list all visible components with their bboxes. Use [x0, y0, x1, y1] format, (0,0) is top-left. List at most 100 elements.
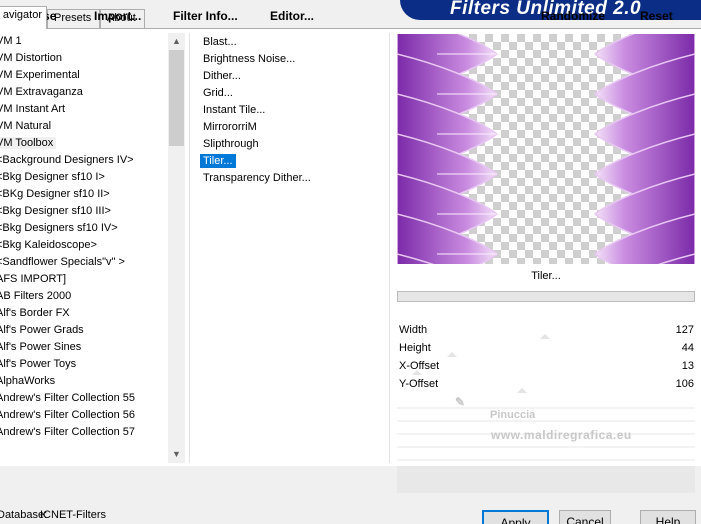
parameter-slider[interactable]: Y-Offset 106	[397, 375, 695, 393]
category-label: VM Toolbox	[0, 137, 57, 149]
category-item[interactable]: Andrew's Filter Collection 56	[0, 407, 168, 424]
randomize-reset-bar	[397, 466, 695, 493]
category-label: Andrew's Filter Collection 55	[0, 392, 136, 404]
slider-thumb-icon[interactable]	[516, 388, 527, 393]
category-item[interactable]: AFS IMPORT]	[0, 271, 168, 288]
filter-label: MirrororriM	[203, 121, 257, 133]
category-item[interactable]: VM Natural	[0, 118, 168, 135]
filter-label: Instant Tile...	[203, 104, 266, 116]
category-label: <Background Designers IV>	[0, 154, 134, 166]
scroll-up-icon[interactable]: ▲	[168, 33, 185, 50]
filter-item[interactable]: Grid...	[200, 85, 386, 102]
category-item[interactable]: <Bkg Designer sf10 III>	[0, 203, 168, 220]
category-label: VM Experimental	[0, 69, 80, 81]
category-item[interactable]: VM 1	[0, 33, 168, 50]
filter-item[interactable]: Transparency Dither...	[200, 170, 386, 187]
scroll-down-icon[interactable]: ▼	[168, 446, 185, 463]
category-item[interactable]: AlphaWorks	[0, 373, 168, 390]
divider	[189, 33, 190, 463]
preview-filter-name: Tiler...	[531, 270, 561, 282]
category-item[interactable]: <BKg Designer sf10 II>	[0, 186, 168, 203]
preview-image	[397, 34, 695, 264]
watermark-logo-icon: ✎	[455, 395, 466, 409]
category-item[interactable]: <Background Designers IV>	[0, 152, 168, 169]
category-item[interactable]: VM Distortion	[0, 50, 168, 67]
cancel-button[interactable]: Cancel	[559, 510, 611, 524]
category-label: VM Distortion	[0, 52, 63, 64]
category-item[interactable]: VM Instant Art	[0, 101, 168, 118]
category-item[interactable]: <Bkg Kaleidoscope>	[0, 237, 168, 254]
category-item[interactable]: AB Filters 2000	[0, 288, 168, 305]
category-label: VM 1	[0, 35, 22, 47]
filter-label: Tiler...	[200, 154, 236, 168]
category-list[interactable]: VM 1 VM Distortion VM Experimental VM Extra…	[0, 33, 168, 463]
filter-label: Brightness Noise...	[203, 53, 296, 65]
category-item[interactable]: VM Toolbox	[0, 135, 168, 152]
apply-button[interactable]: Apply	[482, 510, 549, 524]
watermark: ✎ Pinuccia www.maldiregrafica.eu	[455, 395, 631, 442]
category-label: <BKg Designer sf10 II>	[0, 188, 110, 200]
watermark-name: Pinuccia	[490, 409, 536, 421]
filter-item[interactable]: Dither...	[200, 68, 386, 85]
category-item[interactable]: Alf's Border FX	[0, 305, 168, 322]
parameter-slider[interactable]: Width 127	[397, 321, 695, 339]
filter-label: Transparency Dither...	[203, 172, 311, 184]
reset-button[interactable]: Reset	[640, 9, 673, 23]
category-label: <Sandflower Specials"v" >	[0, 256, 125, 268]
category-label: <Bkg Designer sf10 III>	[0, 205, 111, 217]
tab-navigator[interactable]: avigator	[0, 6, 47, 29]
filter-label: Grid...	[203, 87, 233, 99]
filter-item[interactable]: Instant Tile...	[200, 102, 386, 119]
category-label: AB Filters 2000	[0, 290, 72, 302]
parameter-label: Width	[399, 324, 428, 336]
category-label: <Bkg Designer sf10 I>	[0, 171, 105, 183]
category-label: VM Natural	[0, 120, 52, 132]
status-line: Database: ICNET-Filters	[0, 509, 106, 521]
category-label: Alf's Power Toys	[0, 358, 77, 370]
filter-list[interactable]: Blast... Brightness Noise... Dither... Grid…	[200, 34, 386, 187]
category-item[interactable]: Alf's Power Toys	[0, 356, 168, 373]
category-item[interactable]: Andrew's Filter Collection 55	[0, 390, 168, 407]
category-label: Andrew's Filter Collection 57	[0, 426, 136, 438]
parameter-sliders: Width 127 Height 44 X-Offset 13 Y-Offset 106	[397, 321, 695, 393]
progress-bar	[397, 291, 695, 302]
category-label: VM Extravaganza	[0, 86, 83, 98]
category-item[interactable]: VM Experimental	[0, 67, 168, 84]
category-item[interactable]: Alf's Power Grads	[0, 322, 168, 339]
tab-presets-label: Presets	[54, 12, 92, 24]
filter-preview	[397, 34, 695, 264]
help-button[interactable]: Help	[640, 510, 696, 524]
filter-info-button[interactable]: Filter Info...	[173, 9, 238, 23]
category-item[interactable]: VM Extravaganza	[0, 84, 168, 101]
parameter-slider[interactable]: X-Offset 13	[397, 357, 695, 375]
category-item[interactable]: Alf's Power Sines	[0, 339, 168, 356]
category-label: <Bkg Kaleidoscope>	[0, 239, 97, 251]
category-item[interactable]: <Bkg Designer sf10 I>	[0, 169, 168, 186]
parameter-value: 106	[675, 378, 694, 390]
randomize-button[interactable]: Randomize	[541, 9, 605, 23]
category-label: Alf's Border FX	[0, 307, 70, 319]
filter-item[interactable]: Brightness Noise...	[200, 51, 386, 68]
filter-item[interactable]: Blast...	[200, 34, 386, 51]
filter-label: Blast...	[203, 36, 237, 48]
parameter-value: 127	[675, 324, 694, 336]
status-value: ICNET-Filters	[40, 509, 106, 521]
category-item[interactable]: Andrew's Filter Collection 57	[0, 424, 168, 441]
filter-item[interactable]: Tiler...	[200, 153, 386, 170]
category-scrollbar[interactable]: ▲ ▼	[168, 33, 185, 463]
category-label: Andrew's Filter Collection 56	[0, 409, 136, 421]
filter-item[interactable]: Slipthrough	[200, 136, 386, 153]
parameter-label: Height	[399, 342, 431, 354]
scroll-thumb[interactable]	[169, 50, 184, 146]
import-button[interactable]: Import...	[94, 9, 141, 23]
parameter-value: 44	[681, 342, 694, 354]
category-item[interactable]: <Bkg Designers sf10 IV>	[0, 220, 168, 237]
category-label: Alf's Power Grads	[0, 324, 84, 336]
parameter-slider[interactable]: Height 44	[397, 339, 695, 357]
category-item[interactable]: <Sandflower Specials"v" >	[0, 254, 168, 271]
editor-button[interactable]: Editor...	[270, 9, 314, 23]
category-label: VM Instant Art	[0, 103, 66, 115]
filter-label: Slipthrough	[203, 138, 259, 150]
parameter-value: 13	[681, 360, 694, 372]
filter-item[interactable]: MirrororriM	[200, 119, 386, 136]
